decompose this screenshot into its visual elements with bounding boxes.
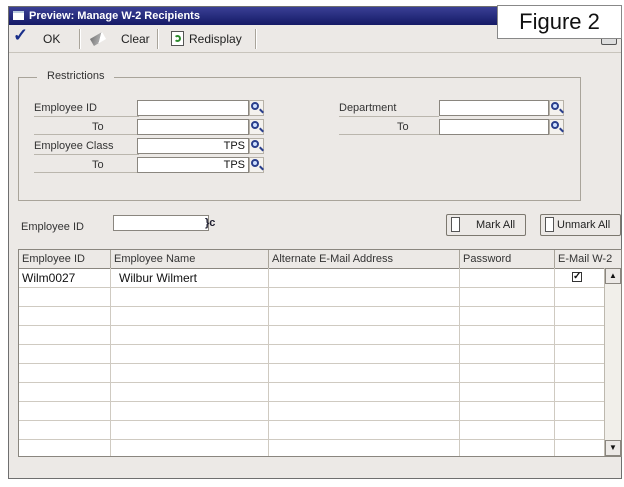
clear-label: Clear (121, 32, 150, 46)
scroll-up-arrow-icon[interactable]: ▲ (605, 268, 621, 284)
column-divider (459, 268, 460, 456)
unmark-all-button[interactable]: Unmark All (540, 214, 621, 236)
toolbar-separator (255, 29, 257, 49)
column-divider (268, 268, 269, 456)
unmark-all-icon (545, 217, 554, 232)
column-header-alternate-email[interactable]: Alternate E-Mail Address (269, 250, 460, 268)
unmark-all-label: Unmark All (557, 219, 611, 231)
department-to-field[interactable] (439, 119, 549, 135)
column-divider (110, 268, 111, 456)
department-to-label: To (339, 119, 439, 135)
cell-password[interactable] (460, 269, 555, 287)
checkmark-icon: ✓ (13, 25, 29, 45)
mark-all-label: Mark All (476, 219, 516, 231)
column-header-employee-name[interactable]: Employee Name (111, 250, 269, 268)
column-divider (554, 268, 555, 456)
restrictions-legend: Restrictions (37, 70, 115, 82)
ok-button[interactable]: ✓ OK (11, 26, 71, 48)
employee-id-to-lookup-icon[interactable] (249, 119, 264, 135)
department-from-field[interactable] (439, 100, 549, 116)
figure-label: Figure 2 (497, 5, 622, 39)
redisplay-label: Redisplay (189, 32, 242, 46)
employee-id-label: Employee ID (34, 100, 139, 117)
column-header-password[interactable]: Password (460, 250, 555, 268)
column-header-email-w2[interactable]: E-Mail W-2 (555, 250, 621, 268)
department-label: Department (339, 100, 439, 117)
employee-class-from-lookup-icon[interactable] (249, 138, 264, 154)
cell-alternate-email[interactable] (269, 269, 460, 287)
employee-class-to-label: To (34, 157, 139, 173)
employee-class-to-lookup-icon[interactable] (249, 157, 264, 173)
cell-email-w2: ✓ (555, 269, 605, 287)
scroll-down-arrow-icon[interactable]: ▼ (605, 440, 621, 456)
search-employee-id-field[interactable] (113, 215, 209, 231)
column-header-employee-id[interactable]: Employee ID (19, 250, 111, 268)
cell-employee-name[interactable]: Wilbur Wilmert (111, 269, 269, 287)
department-from-lookup-icon[interactable] (549, 100, 564, 116)
toolbar-separator (157, 29, 159, 49)
cell-employee-id[interactable]: Wilm0027 (19, 269, 111, 287)
eraser-icon (89, 32, 107, 46)
employee-class-label: Employee Class (34, 138, 139, 155)
grid-header: Employee ID Employee Name Alternate E-Ma… (19, 250, 621, 269)
toolbar-separator (79, 29, 81, 49)
employee-id-from-field[interactable] (137, 100, 249, 116)
grid-vertical-scrollbar[interactable]: ▲ ▼ (604, 268, 621, 456)
search-employee-id-label: Employee ID (21, 221, 84, 233)
window-icon (13, 11, 24, 20)
employee-class-to-field[interactable]: TPS (137, 157, 249, 173)
window-title: Preview: Manage W-2 Recipients (29, 10, 200, 22)
ok-label: OK (43, 32, 61, 46)
mark-all-icon (451, 217, 460, 232)
employee-id-to-label: To (34, 119, 139, 135)
employee-class-from-field[interactable]: TPS (137, 138, 249, 154)
clear-button[interactable]: Clear (87, 30, 151, 48)
find-icon[interactable]: }c (205, 217, 215, 229)
employee-id-to-field[interactable] (137, 119, 249, 135)
restrictions-group: Restrictions Employee ID To Employee Cla… (18, 70, 581, 201)
recipients-grid: Employee ID Employee Name Alternate E-Ma… (18, 249, 622, 457)
redisplay-icon (171, 31, 184, 46)
employee-id-from-lookup-icon[interactable] (249, 100, 264, 116)
mark-all-button[interactable]: Mark All (446, 214, 526, 236)
redisplay-button[interactable]: Redisplay (167, 30, 253, 48)
manage-w2-recipients-window: Preview: Manage W-2 Recipients ✓ OK Clea… (8, 6, 622, 479)
department-to-lookup-icon[interactable] (549, 119, 564, 135)
email-w2-checkbox[interactable]: ✓ (572, 272, 582, 282)
